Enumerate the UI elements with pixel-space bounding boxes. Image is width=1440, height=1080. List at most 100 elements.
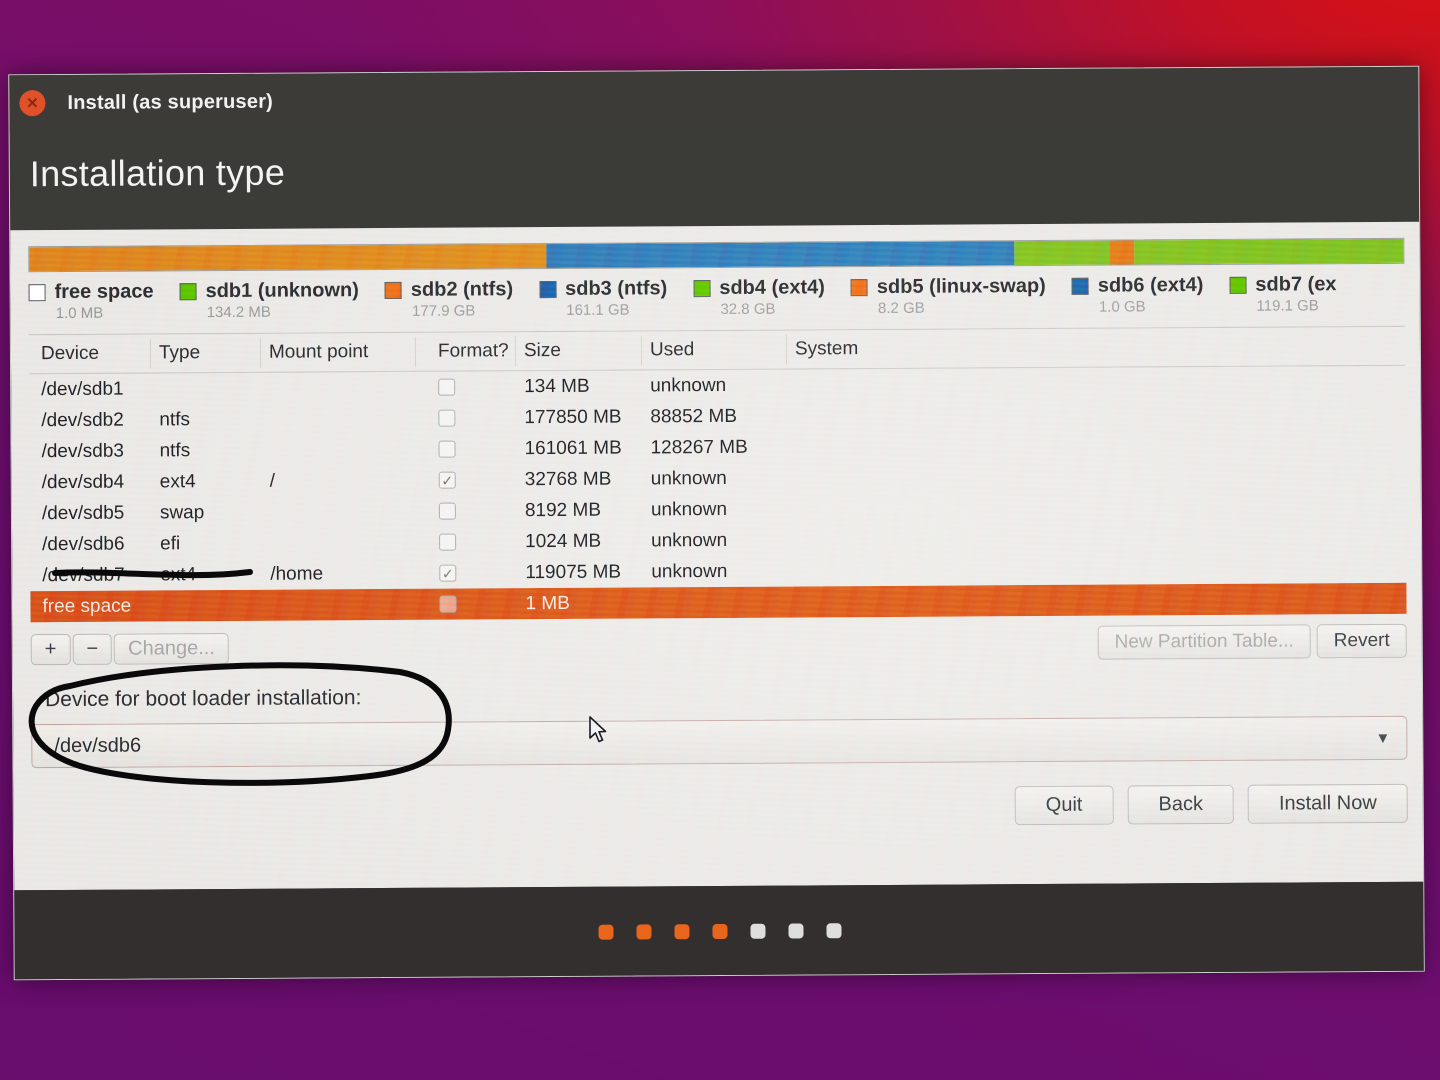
install-now-button[interactable]: Install Now [1247, 783, 1408, 824]
revert-button[interactable]: Revert [1316, 623, 1407, 659]
format-checkbox[interactable] [438, 502, 456, 520]
new-partition-table-button[interactable]: New Partition Table... [1097, 624, 1311, 660]
column-header-format[interactable]: Format? [424, 340, 524, 363]
cell-system [795, 415, 975, 416]
legend-swatch-icon [179, 283, 197, 301]
legend-label: sdb5 (linux-swap) [876, 274, 1046, 299]
column-header-system[interactable]: System [795, 337, 975, 360]
format-checkbox[interactable] [438, 378, 456, 396]
format-checkbox[interactable] [439, 595, 457, 613]
cell-device: /dev/sdb7 [42, 564, 125, 586]
progress-dot [674, 924, 690, 940]
legend-swatch-icon [693, 280, 711, 298]
legend-item: sdb5 (linux-swap) 8.2 GB [850, 274, 1046, 317]
partition-table: Device Type Mount point Format? Size Used Syst… [28, 325, 1407, 623]
cell-mount-point [269, 418, 424, 419]
legend-swatch-icon [850, 279, 868, 297]
legend-label: sdb7 (ex [1255, 273, 1337, 296]
cell-format [425, 502, 525, 520]
cell-system [796, 477, 976, 478]
cell-format: ✓ [425, 564, 525, 582]
legend-swatch-icon [28, 284, 46, 302]
cell-format [424, 440, 524, 458]
legend-swatch-icon [1229, 276, 1247, 294]
partition-bar-segment-sdb4 [1014, 240, 1110, 266]
legend-size: 1.0 MB [55, 304, 104, 323]
legend-item: sdb1 (unknown) 134.2 MB [179, 279, 359, 321]
quit-button[interactable]: Quit [1014, 785, 1114, 826]
progress-dot [712, 923, 728, 940]
cell-size: 161061 MB [524, 437, 622, 459]
bootloader-device-select[interactable]: /dev/sdb6 ▼ [31, 715, 1408, 769]
installer-content: free space 1.0 MB sdb1 (unknown) 134.2 MB sd… [10, 221, 1425, 891]
legend-size: 1.0 GB [1098, 298, 1146, 316]
cell-format [424, 409, 524, 427]
column-header-size[interactable]: Size [524, 339, 650, 362]
cell-format [425, 595, 525, 613]
cell-used [651, 602, 796, 603]
cell-device: free space [42, 595, 132, 617]
cell-type: ntfs [159, 408, 191, 430]
cell-size: 1 MB [525, 592, 570, 614]
remove-partition-button[interactable]: − [72, 633, 113, 665]
cell-size: 134 MB [524, 375, 590, 397]
cell-type [159, 388, 269, 389]
cell-mount-point: /home [270, 562, 324, 585]
cell-format [424, 378, 524, 396]
cell-device: /dev/sdb3 [41, 440, 125, 462]
cell-mount-point [270, 449, 425, 450]
cell-system [795, 384, 975, 385]
cell-device: /dev/sdb6 [42, 533, 125, 555]
progress-dot [826, 923, 842, 939]
legend-swatch-icon [539, 280, 557, 299]
legend-size: 119.1 GB [1256, 297, 1319, 315]
cell-system [796, 539, 976, 540]
cell-size: 8192 MB [524, 499, 602, 521]
legend-swatch-icon [1071, 277, 1089, 295]
partition-bar-segment-sdb2 [29, 244, 547, 272]
partition-legend: free space 1.0 MB sdb1 (unknown) 134.2 MB sd… [28, 273, 1425, 323]
cell-used: unknown [650, 467, 727, 489]
back-button[interactable]: Back [1127, 784, 1235, 825]
cell-used: unknown [650, 498, 728, 520]
legend-label: sdb3 (ntfs) [565, 277, 668, 300]
cell-mount-point: / [269, 470, 276, 492]
cell-type: efi [160, 532, 181, 554]
legend-size: 134.2 MB [206, 303, 271, 322]
progress-dot [598, 924, 614, 940]
column-header-used[interactable]: Used [650, 339, 795, 362]
format-checkbox[interactable]: ✓ [439, 564, 457, 582]
legend-size: 32.8 GB [720, 300, 776, 318]
cell-type: swap [159, 501, 205, 523]
cell-device: /dev/sdb4 [41, 471, 125, 493]
cell-size: 32768 MB [524, 468, 612, 490]
cell-type [160, 605, 270, 606]
legend-item: sdb7 (ex 119.1 GB [1229, 273, 1337, 315]
format-checkbox[interactable]: ✓ [438, 471, 456, 489]
partition-bar-segment-sdb7 [1133, 238, 1404, 265]
cell-mount-point [270, 511, 425, 512]
legend-item: sdb3 (ntfs) 161.1 GB [539, 277, 667, 319]
legend-label: sdb1 (unknown) [205, 279, 359, 303]
add-partition-button[interactable]: + [30, 633, 71, 665]
partition-usage-bar [28, 237, 1405, 273]
cell-format: ✓ [425, 471, 525, 489]
bootloader-device-value: /dev/sdb6 [54, 734, 142, 757]
format-checkbox[interactable] [438, 409, 456, 427]
cell-format [425, 533, 525, 551]
cell-mount-point [270, 542, 425, 543]
legend-item: free space 1.0 MB [28, 280, 154, 323]
format-checkbox[interactable] [439, 533, 457, 551]
partition-toolbar: + − Change... New Partition Table... Rev… [30, 623, 1407, 666]
legend-size: 161.1 GB [566, 301, 630, 319]
cell-system [796, 508, 976, 509]
column-header-device[interactable]: Device [29, 342, 159, 365]
format-checkbox[interactable] [438, 440, 456, 458]
close-icon[interactable]: ✕ [19, 90, 46, 117]
column-header-mount-point[interactable]: Mount point [269, 341, 424, 364]
cell-system [796, 446, 976, 447]
column-header-type[interactable]: Type [159, 342, 269, 365]
change-partition-button[interactable]: Change... [114, 632, 229, 665]
window-titlebar: ✕ Install (as superuser) [9, 66, 1419, 132]
cell-mount-point [269, 387, 424, 388]
